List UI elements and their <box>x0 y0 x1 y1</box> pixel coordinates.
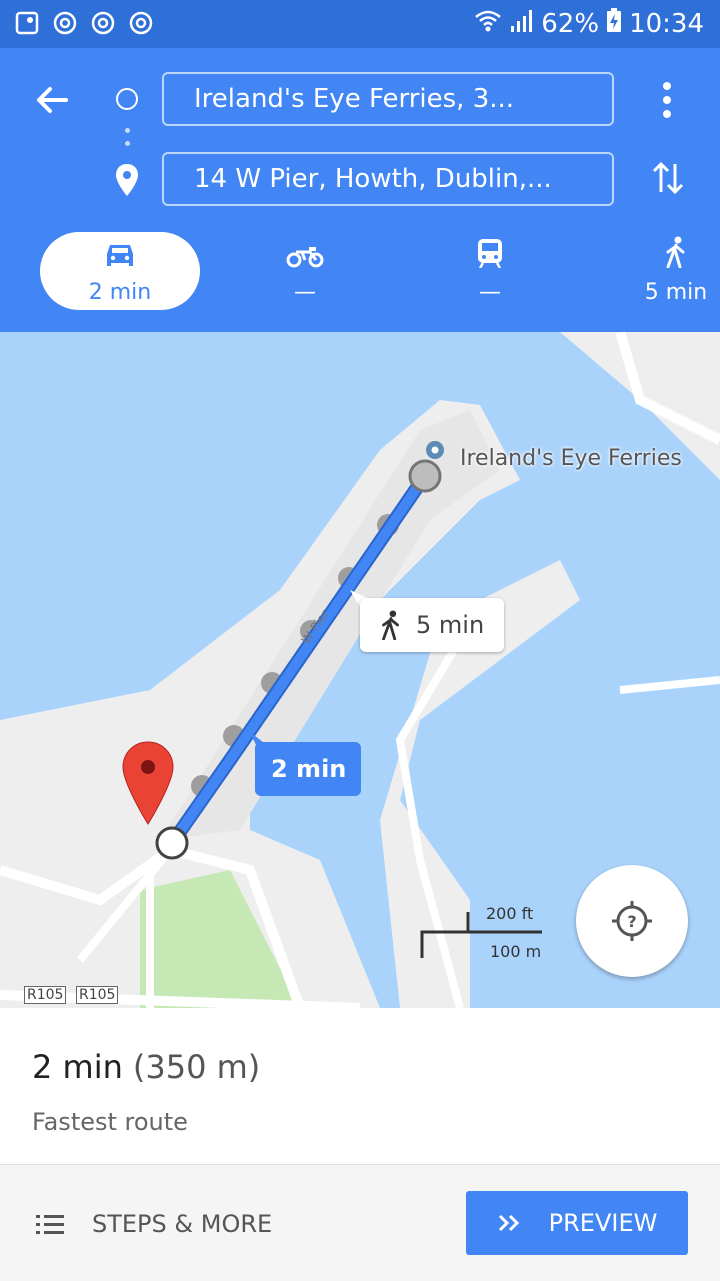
mode-transit-tab[interactable]: — <box>455 232 525 310</box>
swap-locations-button[interactable] <box>650 158 686 198</box>
preview-button[interactable]: PREVIEW <box>466 1191 688 1255</box>
directions-header: Ireland's Eye Ferries, 3... 14 W Pier, H… <box>0 48 720 332</box>
battery-percent: 62% <box>541 8 600 39</box>
drive-time-label: 2 min <box>271 755 347 783</box>
route-end-circle <box>408 459 442 493</box>
back-arrow-icon <box>37 87 68 113</box>
more-options-button[interactable] <box>650 80 684 120</box>
status-bar: 62% 10:34 <box>0 0 720 48</box>
route-distance: (350 m) <box>132 1048 261 1086</box>
walk-time-bubble[interactable]: 5 min <box>360 598 504 652</box>
route-dots-icon <box>125 128 130 154</box>
chrome-icon <box>52 10 78 36</box>
wifi-icon <box>475 9 502 39</box>
preview-label: PREVIEW <box>548 1209 658 1237</box>
clock: 10:34 <box>629 8 704 39</box>
ferry-place-label[interactable]: Ireland's Eye Ferries <box>460 446 682 471</box>
chrome-icon <box>128 10 154 36</box>
more-vert-icon <box>663 82 671 118</box>
back-button[interactable] <box>30 78 74 122</box>
walk-time-label: 5 min <box>416 611 485 639</box>
walk-icon <box>382 610 399 640</box>
svg-text:?: ? <box>627 912 636 931</box>
road-badge: R105 <box>76 986 119 1004</box>
maps-notification-icon <box>14 10 40 36</box>
road <box>619 676 720 694</box>
steps-and-more-label: STEPS & MORE <box>92 1210 273 1238</box>
destination-pin-icon <box>115 164 139 200</box>
mode-motorcycle-tab[interactable]: — <box>270 232 340 310</box>
action-bar: STEPS & MORE PREVIEW <box>0 1164 720 1281</box>
steps-and-more-button[interactable]: STEPS & MORE <box>36 1197 272 1251</box>
origin-input[interactable]: Ireland's Eye Ferries, 3... <box>162 72 614 126</box>
battery-charging-icon <box>607 8 622 39</box>
mode-drive-label: 2 min <box>88 280 152 305</box>
route-duration: 2 min <box>32 1048 123 1086</box>
mode-motorcycle-label: — <box>294 280 316 305</box>
route-summary: 2 min (350 m) <box>32 1048 260 1086</box>
origin-circle-icon <box>116 88 138 110</box>
my-location-button[interactable]: ? <box>576 865 688 977</box>
mode-walk-tab[interactable]: 5 min <box>636 232 716 310</box>
scale-meters-label: 100 m <box>490 942 542 961</box>
mode-drive-tab[interactable]: 2 min <box>40 232 200 310</box>
walk-icon <box>666 236 685 269</box>
chrome-icon <box>90 10 116 36</box>
list-icon <box>36 1215 64 1234</box>
swap-icon <box>652 161 684 195</box>
scale-feet-label: 200 ft <box>486 904 534 923</box>
map-view[interactable]: Ireland's Eye Ferries W Pier 5 min 2 min… <box>0 332 720 1008</box>
train-icon <box>478 239 502 269</box>
route-summary-sheet: 2 min (350 m) Fastest route STEPS & MORE … <box>0 1008 720 1281</box>
road-badge: R105 <box>24 986 67 1004</box>
motorcycle-icon <box>286 247 324 268</box>
signal-icon <box>509 9 533 39</box>
mode-walk-label: 5 min <box>644 280 708 305</box>
car-icon <box>107 245 133 266</box>
route-start-circle <box>155 826 189 860</box>
location-unknown-icon: ? <box>612 901 652 941</box>
mode-transit-label: — <box>479 280 501 305</box>
drive-time-bubble[interactable]: 2 min <box>255 742 361 796</box>
route-description: Fastest route <box>32 1108 188 1136</box>
destination-input[interactable]: 14 W Pier, Howth, Dublin,... <box>162 152 614 206</box>
double-chevron-icon <box>498 1214 519 1232</box>
